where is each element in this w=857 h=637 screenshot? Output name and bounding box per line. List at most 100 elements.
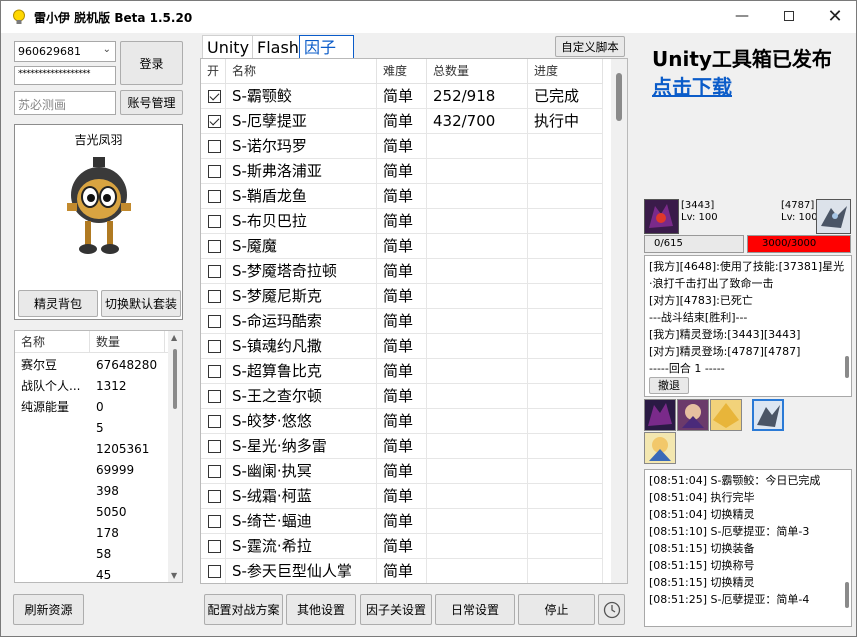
task-enable-checkbox[interactable]	[208, 340, 221, 353]
resources-header-name: 名称	[15, 331, 90, 352]
resource-name	[15, 523, 90, 544]
run-log-line: [08:51:15] 切换称号	[649, 559, 755, 572]
minimize-button[interactable]: —	[719, 1, 765, 31]
lightbulb-icon	[13, 9, 25, 24]
table-row[interactable]: S-霸颚鲛 简单 252/918 已完成	[201, 84, 603, 109]
close-button[interactable]: ✕	[812, 1, 857, 31]
battle-plan-button[interactable]: 配置对战方案	[204, 594, 283, 625]
table-row[interactable]: S-诺尔玛罗 简单	[201, 134, 603, 159]
table-row[interactable]: S-绮芒·蝠迪 简单	[201, 509, 603, 534]
run-log-scroll-thumb[interactable]	[845, 582, 849, 608]
clock-button[interactable]	[598, 594, 625, 625]
custom-script-button[interactable]: 自定义脚本	[555, 36, 625, 57]
roster-pet-active[interactable]	[752, 399, 784, 431]
task-enable-checkbox[interactable]	[208, 440, 221, 453]
task-enable-checkbox[interactable]	[208, 215, 221, 228]
task-enable-checkbox[interactable]	[208, 515, 221, 528]
tab-unity[interactable]: Unity	[202, 35, 255, 59]
table-row[interactable]: S-梦魇塔奇拉顿 简单	[201, 259, 603, 284]
table-row[interactable]: S-斯弗洛浦亚 简单	[201, 159, 603, 184]
task-progress	[528, 134, 603, 159]
switch-suit-button[interactable]: 切换默认套装	[101, 290, 181, 317]
role-name-field[interactable]: 苏必测画	[14, 91, 116, 115]
table-row[interactable]: S-幽阑·执冥 简单	[201, 459, 603, 484]
task-difficulty: 简单	[377, 109, 427, 134]
resources-scroll-thumb[interactable]	[173, 349, 177, 409]
task-enable-cell	[201, 534, 226, 559]
task-name: S-绮芒·蝠迪	[226, 509, 377, 534]
roster-pet-2[interactable]	[677, 399, 709, 431]
table-row[interactable]: S-皎梦·悠悠 简单	[201, 409, 603, 434]
left-pet-id: [3443]	[681, 200, 715, 211]
table-row[interactable]: S-梦魇尼斯克 简单	[201, 284, 603, 309]
factor-settings-button[interactable]: 因子关设置	[360, 594, 432, 625]
task-enable-checkbox[interactable]	[208, 90, 221, 103]
task-scroll-thumb[interactable]	[616, 73, 622, 121]
task-total	[427, 509, 528, 534]
password-field[interactable]: ******************	[14, 66, 116, 85]
task-enable-checkbox[interactable]	[208, 465, 221, 478]
login-button[interactable]: 登录	[120, 41, 183, 85]
refresh-resources-button[interactable]: 刷新资源	[13, 594, 84, 625]
task-difficulty: 简单	[377, 409, 427, 434]
battle-log-scroll-thumb[interactable]	[845, 356, 849, 378]
task-name: S-布贝巴拉	[226, 209, 377, 234]
task-progress	[528, 259, 603, 284]
task-enable-checkbox[interactable]	[208, 365, 221, 378]
task-enable-checkbox[interactable]	[208, 540, 221, 553]
task-enable-checkbox[interactable]	[208, 290, 221, 303]
retreat-button[interactable]: 撤退	[649, 377, 689, 394]
maximize-button[interactable]	[766, 1, 812, 31]
qq-account-select[interactable]: 960629681 ⌄	[14, 41, 116, 62]
task-enable-checkbox[interactable]	[208, 415, 221, 428]
task-enable-checkbox[interactable]	[208, 140, 221, 153]
task-total: 432/700	[427, 109, 528, 134]
task-difficulty: 简单	[377, 209, 427, 234]
tab-factor[interactable]: 因子	[299, 35, 354, 59]
roster-pet-4[interactable]	[644, 432, 676, 464]
table-row[interactable]: S-绒霜·柯蓝 简单	[201, 484, 603, 509]
task-name: S-幽阑·执冥	[226, 459, 377, 484]
download-link[interactable]: 点击下载	[652, 71, 732, 100]
table-row[interactable]: S-厄孽提亚 简单 432/700 执行中	[201, 109, 603, 134]
resource-name	[15, 565, 90, 582]
task-enable-checkbox[interactable]	[208, 565, 221, 578]
task-difficulty: 简单	[377, 359, 427, 384]
account-manage-button[interactable]: 账号管理	[120, 90, 183, 115]
table-row[interactable]: S-霆流·希拉 简单	[201, 534, 603, 559]
resource-name	[15, 544, 90, 565]
task-difficulty: 简单	[377, 84, 427, 109]
task-enable-checkbox[interactable]	[208, 390, 221, 403]
table-row[interactable]: S-命运玛酷索 简单	[201, 309, 603, 334]
table-row[interactable]: S-超算鲁比克 简单	[201, 359, 603, 384]
task-enable-checkbox[interactable]	[208, 240, 221, 253]
table-row[interactable]: S-星光·纳多雷 简单	[201, 434, 603, 459]
table-row[interactable]: S-王之查尔顿 简单	[201, 384, 603, 409]
task-name: S-霸颚鲛	[226, 84, 377, 109]
task-difficulty: 简单	[377, 459, 427, 484]
pet-bag-button[interactable]: 精灵背包	[18, 290, 98, 317]
task-enable-checkbox[interactable]	[208, 490, 221, 503]
roster-pet-1[interactable]	[644, 399, 676, 431]
task-table-scrollbar[interactable]	[611, 59, 627, 583]
table-row[interactable]: S-镇魂约凡撒 简单	[201, 334, 603, 359]
task-enable-checkbox[interactable]	[208, 115, 221, 128]
resources-scrollbar[interactable]: ▲ ▼	[168, 331, 182, 582]
task-enable-checkbox[interactable]	[208, 190, 221, 203]
roster-pet-3[interactable]	[710, 399, 742, 431]
table-row[interactable]: S-布贝巴拉 简单	[201, 209, 603, 234]
table-row[interactable]: S-参天巨型仙人掌 简单	[201, 559, 603, 583]
task-enable-checkbox[interactable]	[208, 315, 221, 328]
daily-settings-button[interactable]: 日常设置	[435, 594, 515, 625]
task-name: S-魇魔	[226, 234, 377, 259]
task-enable-checkbox[interactable]	[208, 265, 221, 278]
other-settings-button[interactable]: 其他设置	[286, 594, 356, 625]
resources-header: 名称 数量	[15, 331, 182, 353]
stop-button[interactable]: 停止	[518, 594, 595, 625]
task-enable-checkbox[interactable]	[208, 165, 221, 178]
table-row[interactable]: S-魇魔 简单	[201, 234, 603, 259]
task-enable-cell	[201, 209, 226, 234]
tab-flash[interactable]: Flash	[252, 35, 304, 59]
table-row[interactable]: S-鞘盾龙鱼 简单	[201, 184, 603, 209]
run-log-line: [08:51:25] S-厄孽提亚：简单-4	[649, 593, 810, 606]
